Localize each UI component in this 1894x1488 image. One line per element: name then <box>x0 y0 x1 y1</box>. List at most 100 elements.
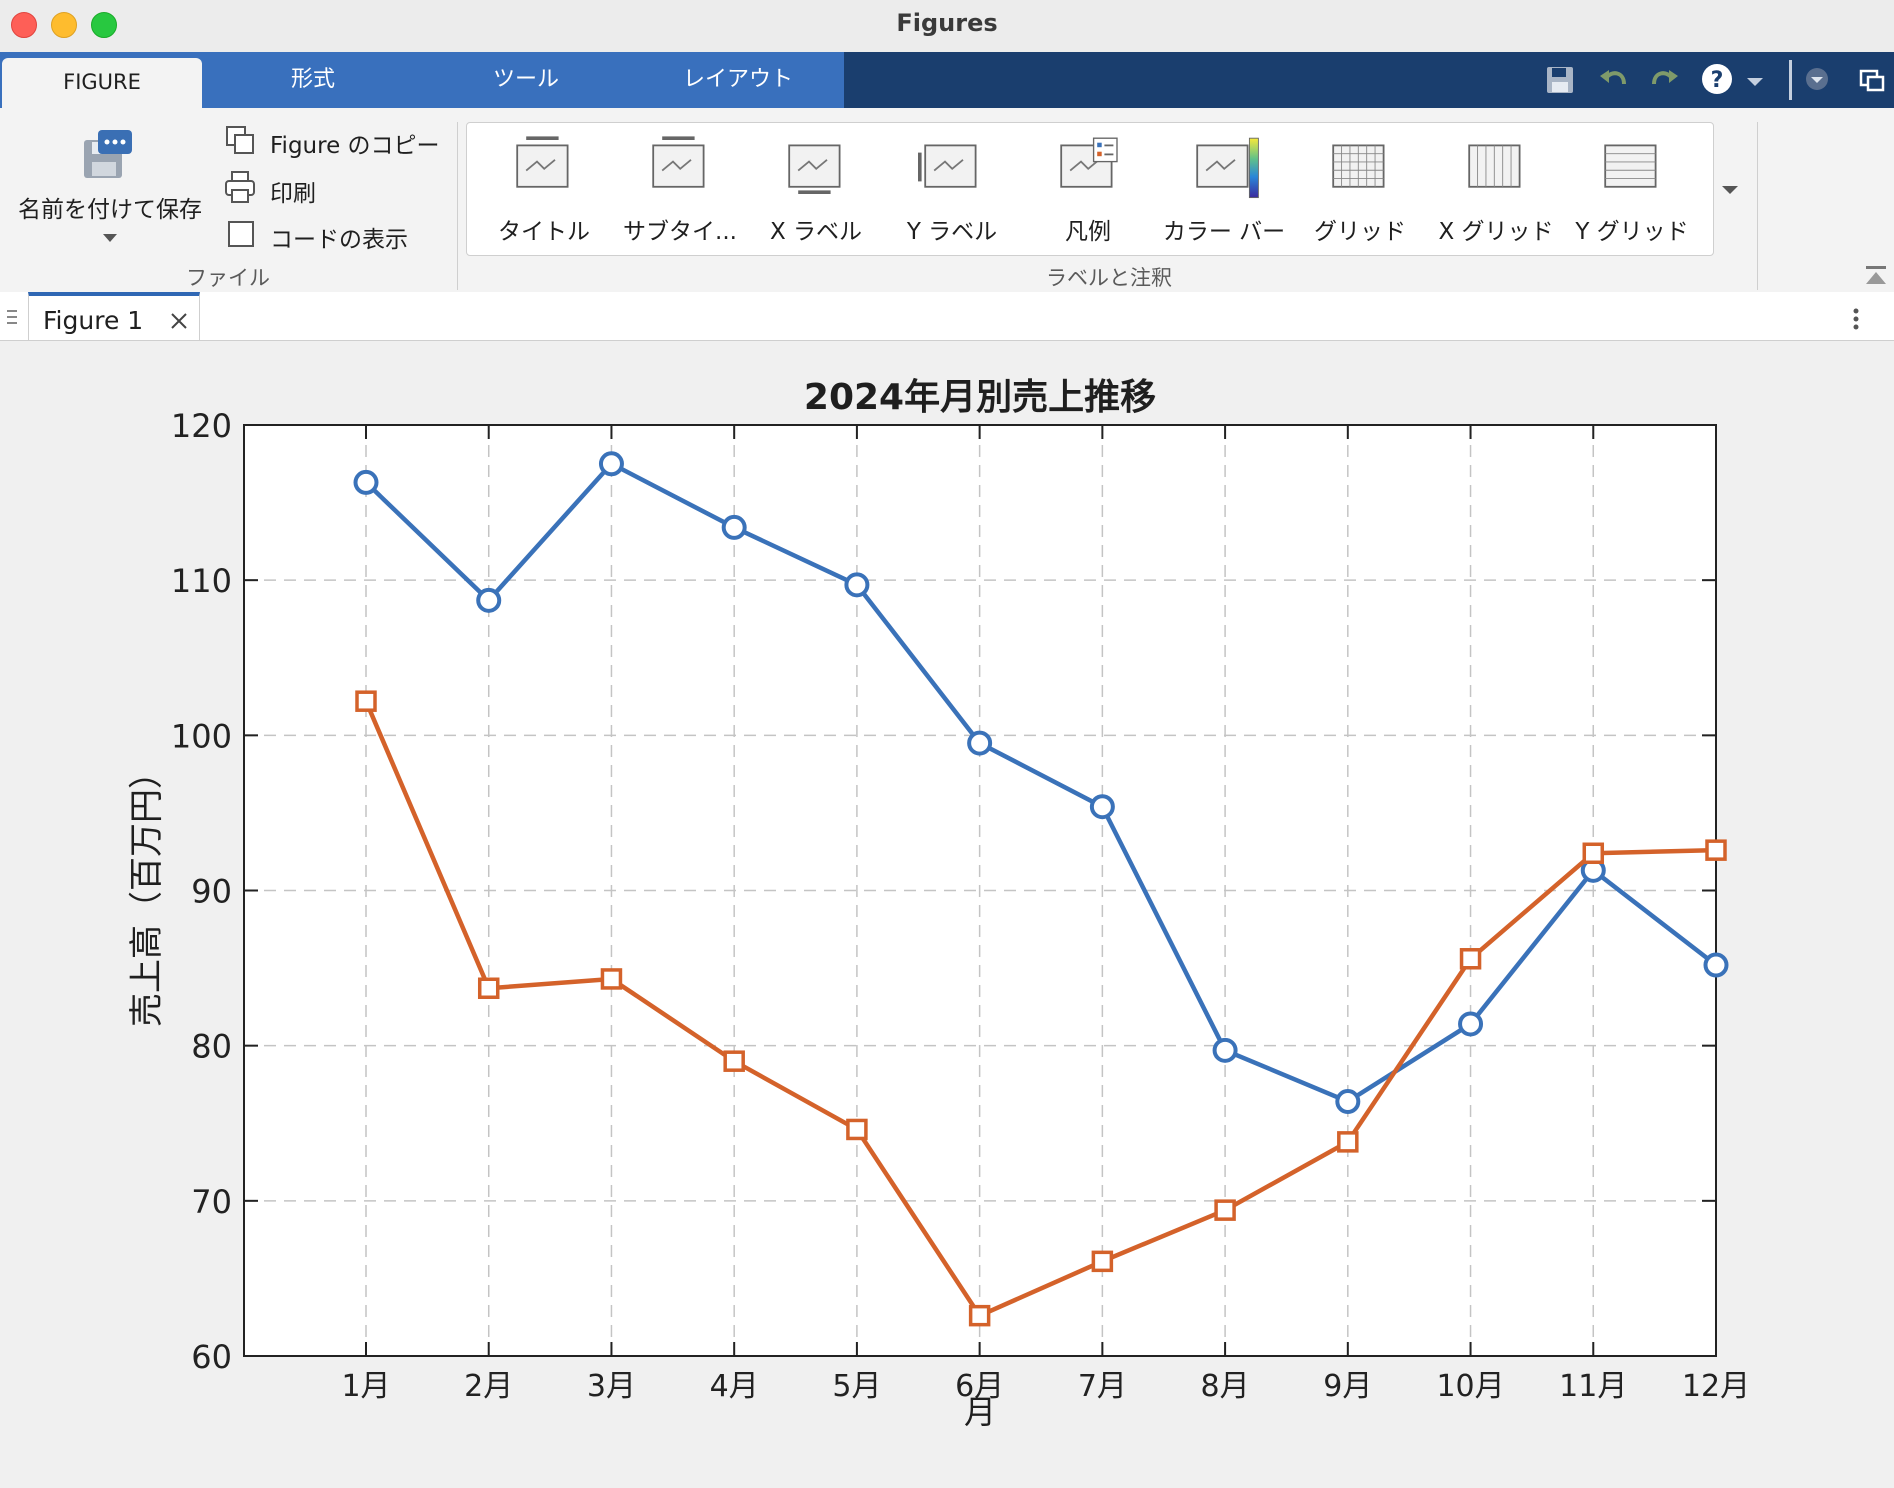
copy-figure-icon <box>224 124 256 156</box>
series-1-point <box>967 730 993 756</box>
grid-icon <box>1332 144 1385 188</box>
series-1-point <box>476 587 502 613</box>
series-2-point <box>355 690 377 712</box>
svg-text:?: ? <box>1711 68 1724 93</box>
colorbar-icon <box>1196 137 1259 199</box>
x-tick-label: 7月 <box>1078 1369 1127 1404</box>
tab-layout[interactable]: レイアウト <box>634 52 842 108</box>
print-button[interactable]: 印刷 <box>270 174 316 208</box>
label-y-label-text: Y ラベル <box>906 219 998 245</box>
tab-figure[interactable]: FIGURE <box>2 58 202 108</box>
toolbar-divider <box>1789 60 1792 100</box>
window-title: Figures <box>896 9 998 37</box>
undo-icon[interactable] <box>1596 62 1632 98</box>
y-tick-label: 60 <box>191 1338 232 1376</box>
title-icon <box>516 136 569 188</box>
series-2-point <box>1582 842 1605 865</box>
drag-handle-icon[interactable] <box>4 306 20 328</box>
x-tick-label: 5月 <box>832 1369 881 1404</box>
label-grid-button[interactable]: グリッド <box>1292 128 1428 248</box>
series-1-point <box>1212 1037 1238 1063</box>
series-2-point <box>968 1304 991 1327</box>
help-icon[interactable]: ? <box>1700 62 1734 96</box>
label-x-label-text: X ラベル <box>769 219 863 245</box>
series-2-point <box>1091 1250 1114 1273</box>
x-tick-label: 12月 <box>1682 1369 1750 1404</box>
series-2-point <box>600 968 623 990</box>
toolbar-options-icon[interactable] <box>1804 66 1830 92</box>
chart-title: 2024年月別売上推移 <box>804 377 1156 418</box>
label-colorbar-button[interactable]: カラー バー <box>1156 128 1292 248</box>
undock-icon[interactable] <box>1858 66 1886 94</box>
label-y-label-button[interactable]: Y ラベル <box>884 128 1020 248</box>
show-code-label: コードの表示 <box>270 227 408 253</box>
label-x-grid-button[interactable]: X グリッド <box>1428 128 1564 248</box>
x-label-icon <box>788 144 841 194</box>
label-grid-text: グリッド <box>1314 219 1406 245</box>
label-colorbar-text: カラー バー <box>1162 219 1286 245</box>
group-divider <box>1757 122 1758 290</box>
label-subtitle-button[interactable]: サブタイ... <box>612 128 748 248</box>
label-y-grid-text: Y グリッド <box>1575 219 1689 245</box>
x-tick-label: 4月 <box>710 1369 759 1404</box>
x-tick-label: 11月 <box>1559 1369 1627 1404</box>
help-dropdown-icon[interactable] <box>1744 70 1766 92</box>
series-2-point <box>477 977 500 1000</box>
collapse-ribbon-icon[interactable] <box>1862 262 1890 288</box>
x-tick-label: 3月 <box>587 1369 636 1404</box>
x-tick-label: 9月 <box>1323 1369 1372 1404</box>
series-1-point <box>598 451 624 477</box>
file-group-label: ファイル <box>186 266 270 290</box>
y-tick-label: 100 <box>171 717 232 755</box>
subtitle-icon <box>652 136 705 188</box>
save-as-button[interactable]: 名前を付けて保存 <box>12 190 208 224</box>
y-tick-label: 110 <box>171 562 232 600</box>
y-tick-label: 90 <box>191 873 232 911</box>
series-1-point <box>1703 952 1729 978</box>
y-tick-label: 120 <box>171 407 232 445</box>
y-grid-icon <box>1604 144 1657 188</box>
gallery-expand-icon[interactable] <box>1716 176 1744 204</box>
y-axis-label: 売上高（百万円） <box>127 755 167 1027</box>
series-2-point <box>1214 1199 1236 1221</box>
close-tab-icon[interactable] <box>168 310 190 332</box>
label-legend-text: 凡例 <box>1065 219 1111 245</box>
line-chart: 607080901001101201月 2月 3月 4月 5月 6月 7月 8月 9月 10月 11… <box>127 377 1750 1431</box>
series-2-point <box>846 1118 868 1141</box>
series-1-point <box>1335 1089 1361 1115</box>
x-tick-label: 2月 <box>464 1369 513 1404</box>
x-tick-label: 1月 <box>341 1369 390 1404</box>
label-y-grid-button[interactable]: Y グリッド <box>1564 128 1700 248</box>
series-2-point <box>1337 1131 1359 1153</box>
print-icon <box>224 170 256 204</box>
series-2-point <box>1705 839 1727 861</box>
series-1-point <box>844 572 870 598</box>
series-2-point <box>723 1050 745 1072</box>
label-legend-button[interactable]: 凡例 <box>1020 128 1156 248</box>
tab-format[interactable]: 形式 <box>208 52 418 108</box>
more-options-icon[interactable] <box>1846 304 1866 334</box>
document-tab-label: Figure 1 <box>43 306 144 335</box>
document-tab-bar <box>0 292 1894 341</box>
tab-tools[interactable]: ツール <box>420 52 632 108</box>
series-1-point <box>1089 794 1115 820</box>
show-code-checkbox[interactable] <box>228 221 254 247</box>
save-icon[interactable] <box>1542 62 1578 98</box>
legend-icon <box>1060 137 1118 188</box>
group-divider <box>457 122 458 290</box>
y-tick-label: 70 <box>191 1183 232 1221</box>
save-as-dropdown-icon[interactable] <box>100 230 120 246</box>
x-tick-label: 10月 <box>1436 1369 1504 1404</box>
save-as-icon <box>80 128 136 182</box>
series-1-point <box>353 469 379 495</box>
label-x-label-button[interactable]: X ラベル <box>748 128 884 248</box>
x-tick-label: 8月 <box>1201 1369 1250 1404</box>
label-title-button[interactable]: タイトル <box>476 128 612 248</box>
copy-figure-button[interactable]: Figure のコピー <box>270 126 440 160</box>
label-subtitle-text: サブタイ... <box>623 219 737 245</box>
y-label-icon <box>918 144 977 188</box>
x-axis-label: 月 <box>964 1393 996 1431</box>
series-2-point <box>1459 948 1482 970</box>
label-x-grid-text: X グリッド <box>1438 219 1554 245</box>
redo-icon[interactable] <box>1646 62 1682 98</box>
